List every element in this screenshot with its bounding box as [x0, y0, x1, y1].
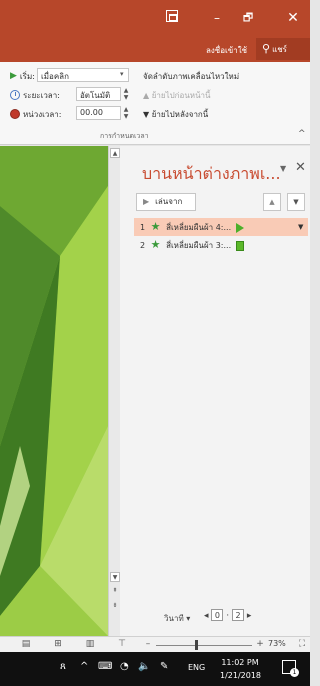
pane-close-button[interactable]: ✕	[295, 160, 306, 175]
delay-input[interactable]: 00.00	[76, 106, 121, 120]
status-bar: ▤ ⊞ ▥ ⊤ – + 73% ⛶	[0, 636, 310, 652]
delay-value: 00.00	[80, 108, 103, 117]
pen-icon[interactable]: ✎	[160, 661, 168, 672]
emphasis-star-icon: ★	[150, 238, 161, 251]
move-earlier-button[interactable]: ▲ ย้ายไปก่อนหน้านี้	[143, 89, 211, 102]
pager-next-icon[interactable]: ▸	[247, 611, 252, 621]
minimize-button[interactable]: –	[206, 10, 228, 26]
previous-slide-button[interactable]: ⇞	[110, 586, 120, 596]
wifi-icon[interactable]: ◔	[120, 661, 129, 672]
notification-badge: 1	[290, 668, 299, 677]
restore-button[interactable]: 🗗	[237, 10, 259, 26]
item-number: 2	[140, 241, 146, 250]
animation-item[interactable]: 1 ★ สี่เหลี่ยมผืนผ้า 4:... ▼	[134, 218, 308, 236]
seconds-label: วินาที	[164, 614, 184, 623]
slide-canvas[interactable]	[0, 146, 108, 636]
clock-time: 11:02 PM	[221, 658, 259, 667]
chevron-down-icon: ▾	[186, 614, 191, 623]
triangle-down-icon: ▼	[143, 110, 152, 119]
ribbon-timing: ▶ เริ่ม: เมื่อคลิก ▾ ระยะเวลา: อัตโนมัติ…	[0, 62, 310, 145]
title-bar: – 🗗 ✕ ลงชื่อเข้าใช้ ⚲ แชร์	[0, 0, 310, 62]
slide-editor	[0, 146, 120, 636]
timeline-duration-bar	[235, 240, 244, 251]
zoom-slider[interactable]	[156, 645, 252, 646]
seconds-dropdown[interactable]: วินาที ▾	[164, 612, 190, 625]
person-icon: ⚲	[262, 42, 271, 55]
timeline-pager: ◂ 0 · 2 ▸	[204, 609, 251, 621]
collapse-ribbon-icon[interactable]: ^	[298, 129, 306, 139]
move-down-button[interactable]: ▼	[287, 193, 305, 211]
volume-icon[interactable]: 🔈	[138, 661, 150, 672]
move-up-button[interactable]: ▲	[263, 193, 281, 211]
zoom-slider-thumb[interactable]	[195, 640, 198, 650]
start-label: เริ่ม:	[19, 71, 35, 81]
pager-prev-icon[interactable]: ◂	[204, 611, 211, 621]
move-later-label: ย้ายไปหลังจากนี้	[151, 110, 209, 119]
animation-item[interactable]: 2 ★ สี่เหลี่ยมผืนผ้า 3:...	[134, 236, 308, 254]
play-from-button[interactable]: ▶ เล่นจาก	[136, 193, 196, 211]
people-icon[interactable]: ጸ	[60, 661, 66, 672]
zoom-percent[interactable]: 73%	[268, 639, 286, 648]
language-indicator[interactable]: ENG	[188, 663, 205, 672]
clock[interactable]: 11:02 PM 1/21/2018	[220, 656, 262, 682]
pager-end: 2	[232, 609, 244, 621]
zoom-in-icon[interactable]: +	[254, 639, 266, 650]
zoom-out-icon[interactable]: –	[142, 639, 154, 650]
delay-row: หน่วงเวลา:	[10, 106, 61, 122]
play-label: เล่นจาก	[155, 197, 183, 206]
pane-options-icon[interactable]: ▼	[280, 164, 286, 173]
clock-date: 1/21/2018	[220, 671, 262, 680]
share-label: แชร์	[272, 45, 287, 54]
timeline-start-marker	[235, 222, 244, 233]
next-slide-button[interactable]: ⇟	[110, 601, 120, 611]
reorder-title: จัดลำดับภาพเคลื่อนไหวใหม่	[143, 72, 240, 81]
duration-row: ระยะเวลา:	[10, 87, 60, 103]
keyboard-icon[interactable]: ⌨	[98, 661, 112, 672]
start-row: ▶ เริ่ม:	[10, 68, 35, 84]
emphasis-star-icon: ★	[150, 220, 161, 233]
reading-view-icon[interactable]: ▥	[84, 639, 96, 650]
delay-label: หน่วงเวลา:	[23, 109, 62, 119]
timing-group-label: การกำหนดเวลา	[100, 132, 149, 140]
scroll-up-button[interactable]: ▲	[110, 148, 120, 158]
item-label: สี่เหลี่ยมผืนผ้า 3:...	[166, 241, 232, 250]
close-button[interactable]: ✕	[282, 10, 304, 26]
show-hidden-icons-chevron[interactable]: ^	[80, 661, 88, 672]
start-value: เมื่อคลิก	[41, 72, 69, 81]
clock-icon	[10, 90, 20, 100]
scroll-down-button[interactable]: ▼	[110, 572, 120, 582]
triangle-up-icon: ▲	[143, 91, 152, 100]
slide-scrollbar[interactable]: ▲ ▼ ⇞ ⇟	[108, 146, 120, 636]
delay-icon	[10, 109, 20, 119]
share-button[interactable]: ⚲ แชร์	[256, 38, 310, 60]
item-label: สี่เหลี่ยมผืนผ้า 4:...	[166, 223, 232, 232]
item-number: 1	[140, 223, 146, 232]
start-dropdown[interactable]: เมื่อคลิก ▾	[37, 68, 129, 82]
windows-taskbar: ጸ ^ ⌨ ◔ 🔈 ✎ ENG 11:02 PM 1/21/2018 1	[0, 652, 310, 686]
duration-spinner[interactable]: ▲ ▼	[122, 87, 130, 101]
play-icon: ▶	[143, 197, 150, 206]
slide-sorter-icon[interactable]: ⊞	[52, 639, 64, 650]
animation-pane: บานหน้าต่างภาพเ... ▼ ✕ ▶ เล่นจาก ▲ ▼ 1 ★ …	[120, 146, 310, 636]
sign-in-link[interactable]: ลงชื่อเข้าใช้	[206, 44, 247, 57]
fit-slide-icon[interactable]: ⛶	[296, 639, 308, 650]
delay-spinner[interactable]: ▲ ▼	[122, 106, 130, 120]
start-arrow-icon: ▶	[10, 71, 17, 81]
item-dropdown-icon[interactable]: ▼	[298, 218, 303, 236]
normal-view-icon[interactable]: ▤	[20, 639, 32, 650]
pager-start: 0	[211, 609, 224, 621]
move-later-button[interactable]: ▼ ย้ายไปหลังจากนี้	[143, 108, 208, 121]
pane-title: บานหน้าต่างภาพเ...	[142, 164, 281, 183]
duration-value: อัตโนมัติ	[80, 91, 111, 100]
slideshow-icon[interactable]: ⊤	[116, 639, 128, 650]
ribbon-display-options-icon[interactable]	[166, 10, 178, 22]
move-earlier-label: ย้ายไปก่อนหน้านี้	[151, 91, 211, 100]
duration-input[interactable]: อัตโนมัติ	[76, 87, 121, 101]
duration-label: ระยะเวลา:	[23, 90, 60, 100]
chevron-down-icon: ▾	[120, 70, 124, 78]
